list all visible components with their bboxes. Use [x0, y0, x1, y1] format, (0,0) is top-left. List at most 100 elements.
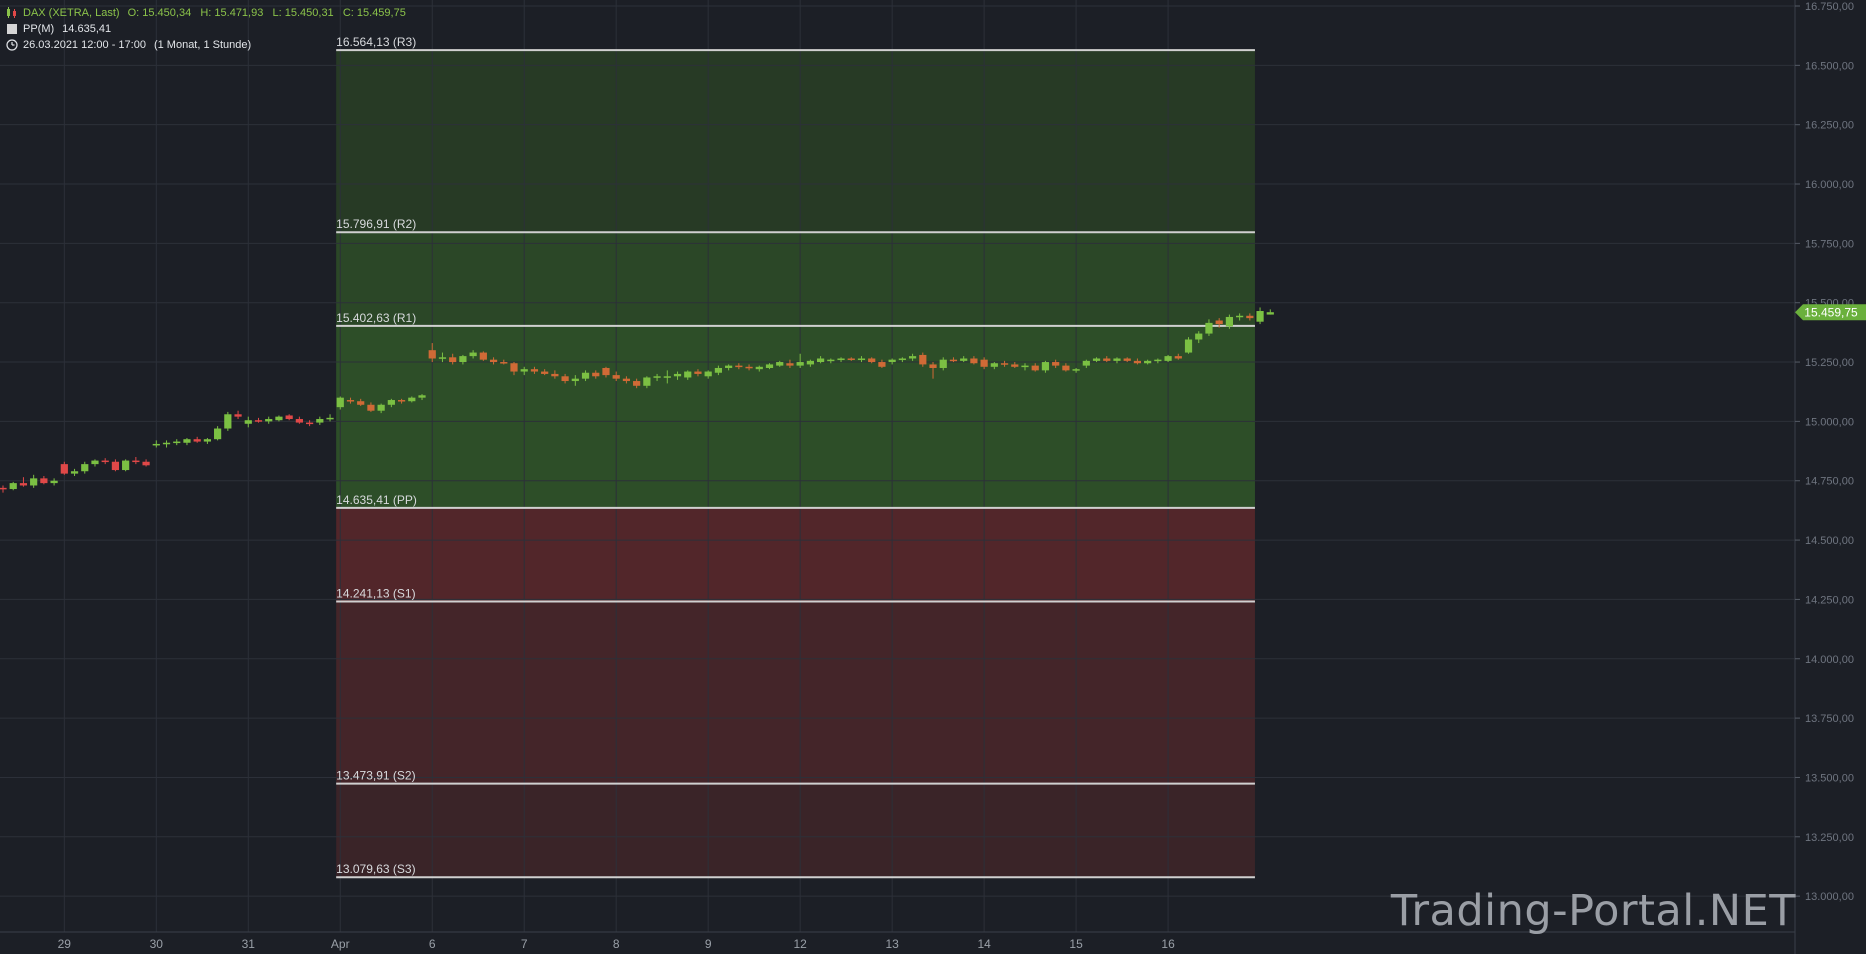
candle-body [234, 414, 242, 417]
candle [285, 414, 293, 421]
candle-body [1215, 320, 1223, 325]
candle [183, 438, 191, 446]
candle-body [459, 356, 467, 363]
candle-body [357, 401, 365, 405]
candle-body [346, 400, 355, 402]
pivot-zone-s2 [336, 783, 1255, 878]
candle-body [387, 400, 395, 405]
indicator-swatch [7, 24, 17, 34]
candle-body [428, 350, 436, 359]
candle-body [244, 420, 252, 424]
candle [0, 485, 7, 493]
candle-body [1133, 360, 1142, 364]
candle-body [326, 417, 334, 420]
candle-body [612, 375, 620, 379]
candle [122, 459, 130, 472]
x-tick-label: 30 [150, 937, 164, 951]
candle [234, 410, 242, 420]
candle-body [214, 428, 222, 440]
candle-body [817, 358, 825, 363]
candle-body [1256, 311, 1264, 322]
candle-body [111, 461, 120, 471]
candle-body [878, 362, 886, 367]
candle-body [60, 464, 68, 474]
candle [70, 468, 79, 476]
candle-body [449, 357, 457, 363]
candle-body [469, 352, 477, 357]
candle-body [30, 478, 38, 486]
candle [203, 438, 211, 444]
candle-body [1144, 360, 1152, 364]
x-tick-label: 7 [521, 937, 528, 951]
candle-body [714, 367, 722, 373]
candle-body [970, 358, 978, 364]
candle-body [19, 483, 28, 486]
candle-body [397, 400, 406, 402]
candle-body [1082, 360, 1090, 366]
y-tick-label: 15.000,00 [1805, 416, 1854, 428]
candle-body [1021, 365, 1029, 368]
candle-body [622, 378, 631, 382]
clock-icon [6, 39, 18, 51]
x-tick-label: 9 [705, 937, 712, 951]
candle-body [857, 358, 866, 360]
candle [1266, 309, 1274, 315]
legend-interval: (1 Monat, 1 Stunde) [153, 39, 252, 51]
candle-body [908, 356, 917, 359]
candle-body [602, 367, 610, 376]
candle [1184, 337, 1193, 354]
candle-body [592, 372, 600, 377]
candle [142, 459, 150, 467]
watermark-logo: Trading-Portal.NET [1390, 886, 1796, 936]
candle-body [306, 422, 314, 425]
candle-body [40, 478, 48, 484]
candle-body [173, 441, 181, 444]
candle-body [561, 376, 569, 382]
legend-indicator-value: 14.635,41 [62, 23, 112, 35]
candle-body [806, 360, 814, 365]
candle-body [663, 376, 671, 378]
pivot-label-s2: 13.473,91 (S2) [336, 769, 415, 783]
y-tick-label: 14.000,00 [1805, 654, 1854, 666]
candle [244, 416, 252, 428]
chart-area[interactable]: 16.564,13 (R3)15.796,91 (R2)15.402,63 (R… [0, 0, 1866, 954]
candle-body [684, 371, 692, 378]
legend-indicator-row[interactable]: PP(M) 14.635,41 [6, 21, 406, 37]
candle-body [1154, 359, 1162, 362]
pivot-zone-s1 [336, 601, 1255, 784]
candle-body [837, 358, 845, 360]
candle [19, 477, 28, 487]
candle-body [1205, 322, 1213, 334]
y-tick-label: 14.250,00 [1805, 594, 1854, 606]
candle-body [581, 372, 590, 379]
candle [326, 414, 334, 422]
candle-body [827, 359, 835, 362]
candle-body [898, 358, 906, 360]
candle-body [1266, 312, 1274, 315]
legend-instrument-name: DAX (XETRA, Last) [23, 7, 120, 19]
legend-instrument-row[interactable]: DAX (XETRA, Last) O: 15.450,34 H: 15.471… [6, 5, 406, 21]
candle [173, 439, 181, 446]
candle-body [776, 362, 784, 366]
candle-body [224, 414, 232, 429]
candle-body [704, 371, 712, 377]
y-tick-label: 13.500,00 [1805, 772, 1854, 784]
y-tick-label: 13.750,00 [1805, 713, 1854, 725]
candle-body [1000, 363, 1009, 365]
candle [101, 458, 109, 465]
candle-body [990, 363, 998, 367]
chart-legend: DAX (XETRA, Last) O: 15.450,34 H: 15.471… [6, 5, 406, 53]
candle [30, 474, 38, 488]
candle-body [643, 377, 651, 386]
candle-body [142, 461, 150, 466]
candle-body [1123, 358, 1131, 361]
y-tick-label: 16.000,00 [1805, 179, 1854, 191]
candle [316, 416, 324, 425]
candle [1256, 307, 1264, 325]
pivot-label-r1: 15.402,63 (R1) [336, 311, 416, 325]
y-tick-label: 16.750,00 [1805, 1, 1854, 13]
pivot-label-r2: 15.796,91 (R2) [336, 217, 416, 231]
y-tick-label: 14.500,00 [1805, 535, 1854, 547]
candle-body [1031, 365, 1039, 371]
candle-body [0, 487, 7, 490]
